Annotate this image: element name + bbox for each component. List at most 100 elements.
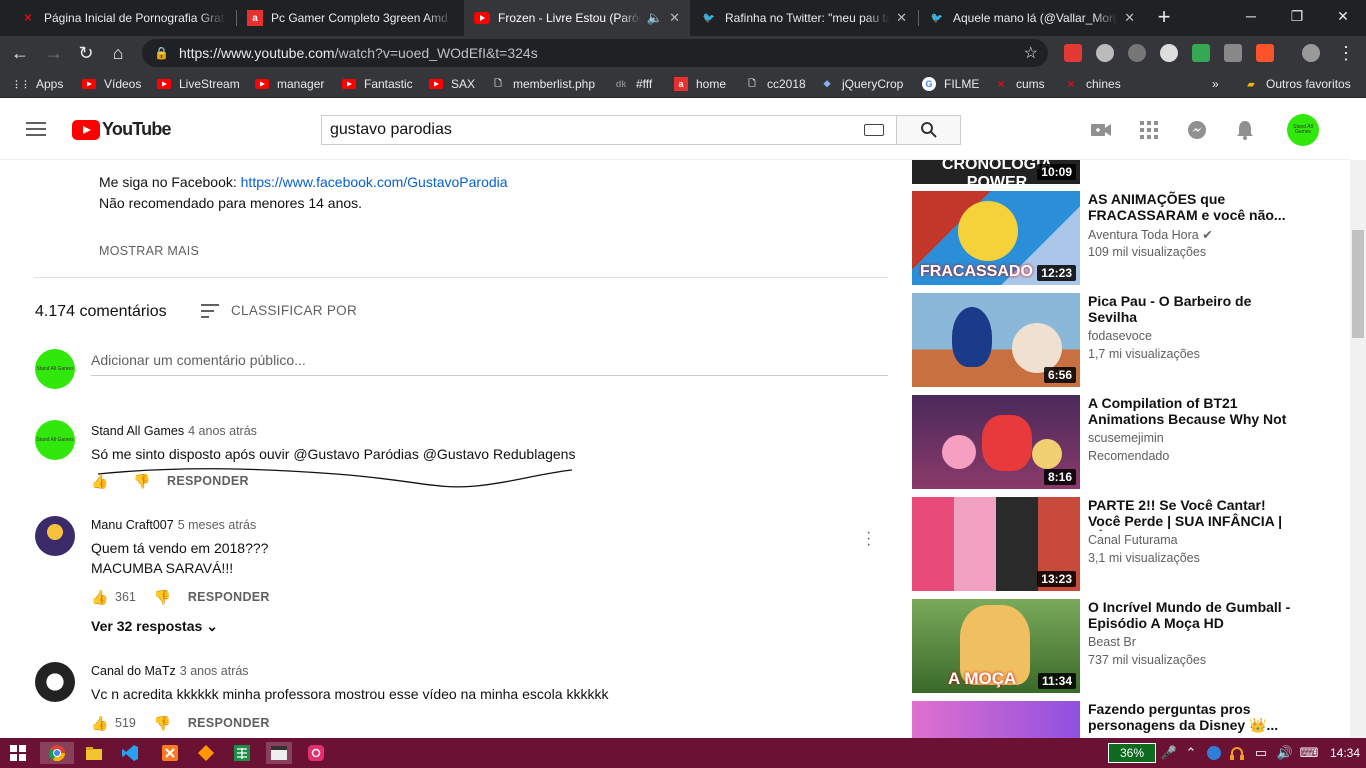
back-button[interactable]: ← <box>8 41 32 65</box>
close-tab-icon[interactable]: ✕ <box>1124 10 1135 26</box>
bookmark-livestream[interactable]: LiveStream <box>157 76 240 92</box>
bookmark-fff[interactable]: dk #fff <box>614 76 653 92</box>
windows-start-icon[interactable] <box>8 742 28 764</box>
reply-button[interactable]: RESPONDER <box>167 474 249 488</box>
comment-author[interactable]: Canal do MaTz 3 anos atrás <box>91 664 249 678</box>
account-avatar[interactable]: Stand All Games <box>1287 114 1319 146</box>
battery-indicator[interactable]: 36% <box>1108 743 1156 763</box>
instagram-icon[interactable] <box>304 742 328 764</box>
bookmark-home[interactable]: a home <box>674 76 726 92</box>
sort-by-button[interactable]: CLASSIFICAR POR <box>201 303 357 318</box>
vscode-icon[interactable] <box>118 742 142 764</box>
comment-author-avatar[interactable] <box>35 662 75 702</box>
power-battery-icon[interactable]: ▭ <box>1250 742 1272 764</box>
address-bar[interactable]: 🔒 https://www.youtube.com/watch?v=uoed_W… <box>142 39 1048 67</box>
dislike-icon[interactable]: 👎 <box>154 715 171 731</box>
sublime-icon[interactable] <box>194 742 218 764</box>
clapperboard-icon[interactable] <box>266 742 292 764</box>
video-title[interactable]: Fazendo perguntas pros personagens da Di… <box>1088 701 1298 733</box>
view-replies-button[interactable]: Ver 32 respostas ⌄ <box>91 618 218 635</box>
video-thumbnail[interactable]: A MOÇA 11:34 <box>912 599 1080 693</box>
forward-button[interactable]: → <box>42 41 66 65</box>
tab-5[interactable]: 🐦 Aquele mano lá (@Vallar_Morgulis) ✕ <box>919 0 1145 36</box>
notifications-bell-icon[interactable] <box>1233 120 1257 140</box>
comment-author-avatar[interactable] <box>35 516 75 556</box>
tab-2[interactable]: a Pc Gamer Completo 3green Amd <box>237 0 463 36</box>
bookmark-fantastic[interactable]: Fantastic <box>342 76 413 92</box>
channel-name[interactable]: fodasevoce <box>1088 329 1152 343</box>
bookmark-jquerycrop[interactable]: ❖ jQueryCrop <box>820 76 903 92</box>
video-title[interactable]: PARTE 2!! Se Você Cantar! Você Perde | S… <box>1088 497 1298 531</box>
like-icon[interactable]: 👍 <box>91 589 108 605</box>
bookmark-chines[interactable]: ✕ chines <box>1064 76 1120 92</box>
comment-time[interactable]: 3 anos atrás <box>180 664 249 678</box>
video-title[interactable]: A Compilation of BT21 Animations Because… <box>1088 395 1298 427</box>
volume-icon[interactable]: 🔊 <box>1274 742 1296 764</box>
comment-time[interactable]: 4 anos atrás <box>188 424 257 438</box>
create-video-icon[interactable] <box>1089 120 1113 140</box>
speaker-icon[interactable]: 🔈 <box>647 10 663 26</box>
search-input[interactable]: gustavo parodias <box>321 115 897 145</box>
channel-name[interactable]: Canal Futurama <box>1088 533 1178 547</box>
tab-1[interactable]: ✕ Página Inicial de Pornografia Gratuita <box>10 0 236 36</box>
dislike-icon[interactable]: 👎 <box>154 589 171 605</box>
channel-name[interactable]: scusemejimin <box>1088 431 1164 445</box>
hamburger-menu-icon[interactable] <box>26 122 46 136</box>
video-title[interactable]: O Incrível Mundo de Gumball - Episódio A… <box>1088 599 1298 633</box>
related-video-item[interactable]: 13:23 PARTE 2!! Se Você Cantar! Você Per… <box>912 497 1350 591</box>
video-thumbnail[interactable]: FRACASSADO 12:23 <box>912 191 1080 285</box>
channel-name[interactable]: Aventura Toda Hora ✔ <box>1088 227 1213 242</box>
author-name[interactable]: Stand All Games <box>91 424 184 438</box>
extension-icon[interactable] <box>1224 44 1242 62</box>
related-video-item[interactable]: A MOÇA 11:34 O Incrível Mundo de Gumball… <box>912 599 1350 693</box>
reload-button[interactable]: ↻ <box>74 41 98 65</box>
bookmark-sax[interactable]: SAX <box>429 76 475 92</box>
page-scrollbar[interactable] <box>1350 160 1366 738</box>
tab-3-active[interactable]: Frozen - Livre Estou (Paródia) 🔈 ✕ <box>464 0 690 36</box>
profile-avatar[interactable] <box>1302 44 1320 62</box>
video-title[interactable]: Pica Pau - O Barbeiro de Sevilha <box>1088 293 1298 325</box>
home-button[interactable]: ⌂ <box>106 41 130 65</box>
comment-menu-icon[interactable]: · · · <box>866 525 871 553</box>
chevron-up-icon[interactable]: ⌃ <box>1180 742 1202 764</box>
brave-icon[interactable] <box>1256 44 1274 62</box>
globe-tray-icon[interactable] <box>1203 742 1225 764</box>
reply-button[interactable]: RESPONDER <box>188 590 270 604</box>
scrollbar-thumb[interactable] <box>1352 230 1364 338</box>
video-thumbnail[interactable]: 8:16 <box>912 395 1080 489</box>
bookmark-cums[interactable]: ✕ cums <box>994 76 1044 92</box>
extension-icon[interactable] <box>1192 44 1210 62</box>
bookmark-videos[interactable]: Vídeos <box>82 76 141 92</box>
related-video-item[interactable]: FRACASSADO 12:23 AS ANIMAÇÕES que FRACAS… <box>912 191 1350 285</box>
other-bookmarks-folder[interactable]: ▰ Outros favoritos <box>1244 76 1351 92</box>
xampp-icon[interactable] <box>158 742 182 764</box>
close-tab-icon[interactable]: ✕ <box>669 10 680 26</box>
maximize-button[interactable]: ❐ <box>1274 0 1320 32</box>
extension-icon[interactable] <box>1096 44 1114 62</box>
related-video-item[interactable]: CRONOLOGIA POWER RANGERS 10:09 <box>912 160 1350 184</box>
video-thumbnail[interactable]: CRONOLOGIA POWER RANGERS 10:09 <box>912 160 1080 184</box>
more-bookmarks-button[interactable]: » <box>1212 76 1219 92</box>
close-window-button[interactable]: ✕ <box>1320 0 1366 32</box>
minimize-button[interactable]: ─ <box>1228 0 1274 32</box>
video-thumbnail[interactable]: 13:23 <box>912 497 1080 591</box>
author-name[interactable]: Canal do MaTz <box>91 664 176 678</box>
messages-icon[interactable] <box>1185 120 1209 140</box>
search-button[interactable] <box>896 115 961 145</box>
chrome-taskbar-icon[interactable] <box>40 742 74 764</box>
comment-author[interactable]: Stand All Games 4 anos atrás <box>91 424 257 438</box>
bookmark-memberlist[interactable]: 🗋 memberlist.php <box>491 76 595 92</box>
dislike-icon[interactable]: 👎 <box>133 473 150 489</box>
keyboard-icon[interactable] <box>864 124 884 136</box>
related-video-item[interactable]: 6:56 Pica Pau - O Barbeiro de Sevilha fo… <box>912 293 1350 387</box>
bookmark-manager[interactable]: manager <box>255 76 324 92</box>
video-thumbnail[interactable] <box>912 701 1080 738</box>
like-icon[interactable]: 👍 <box>91 473 108 489</box>
menu-kebab-icon[interactable]: ⋮ <box>1334 41 1358 65</box>
apps-grid-icon[interactable] <box>1137 120 1161 140</box>
file-explorer-icon[interactable] <box>82 742 106 764</box>
extension-icon[interactable] <box>1064 44 1082 62</box>
author-name[interactable]: Manu Craft007 <box>91 518 174 532</box>
extension-icon[interactable] <box>1128 44 1146 62</box>
related-video-item[interactable]: Fazendo perguntas pros personagens da Di… <box>912 701 1350 738</box>
